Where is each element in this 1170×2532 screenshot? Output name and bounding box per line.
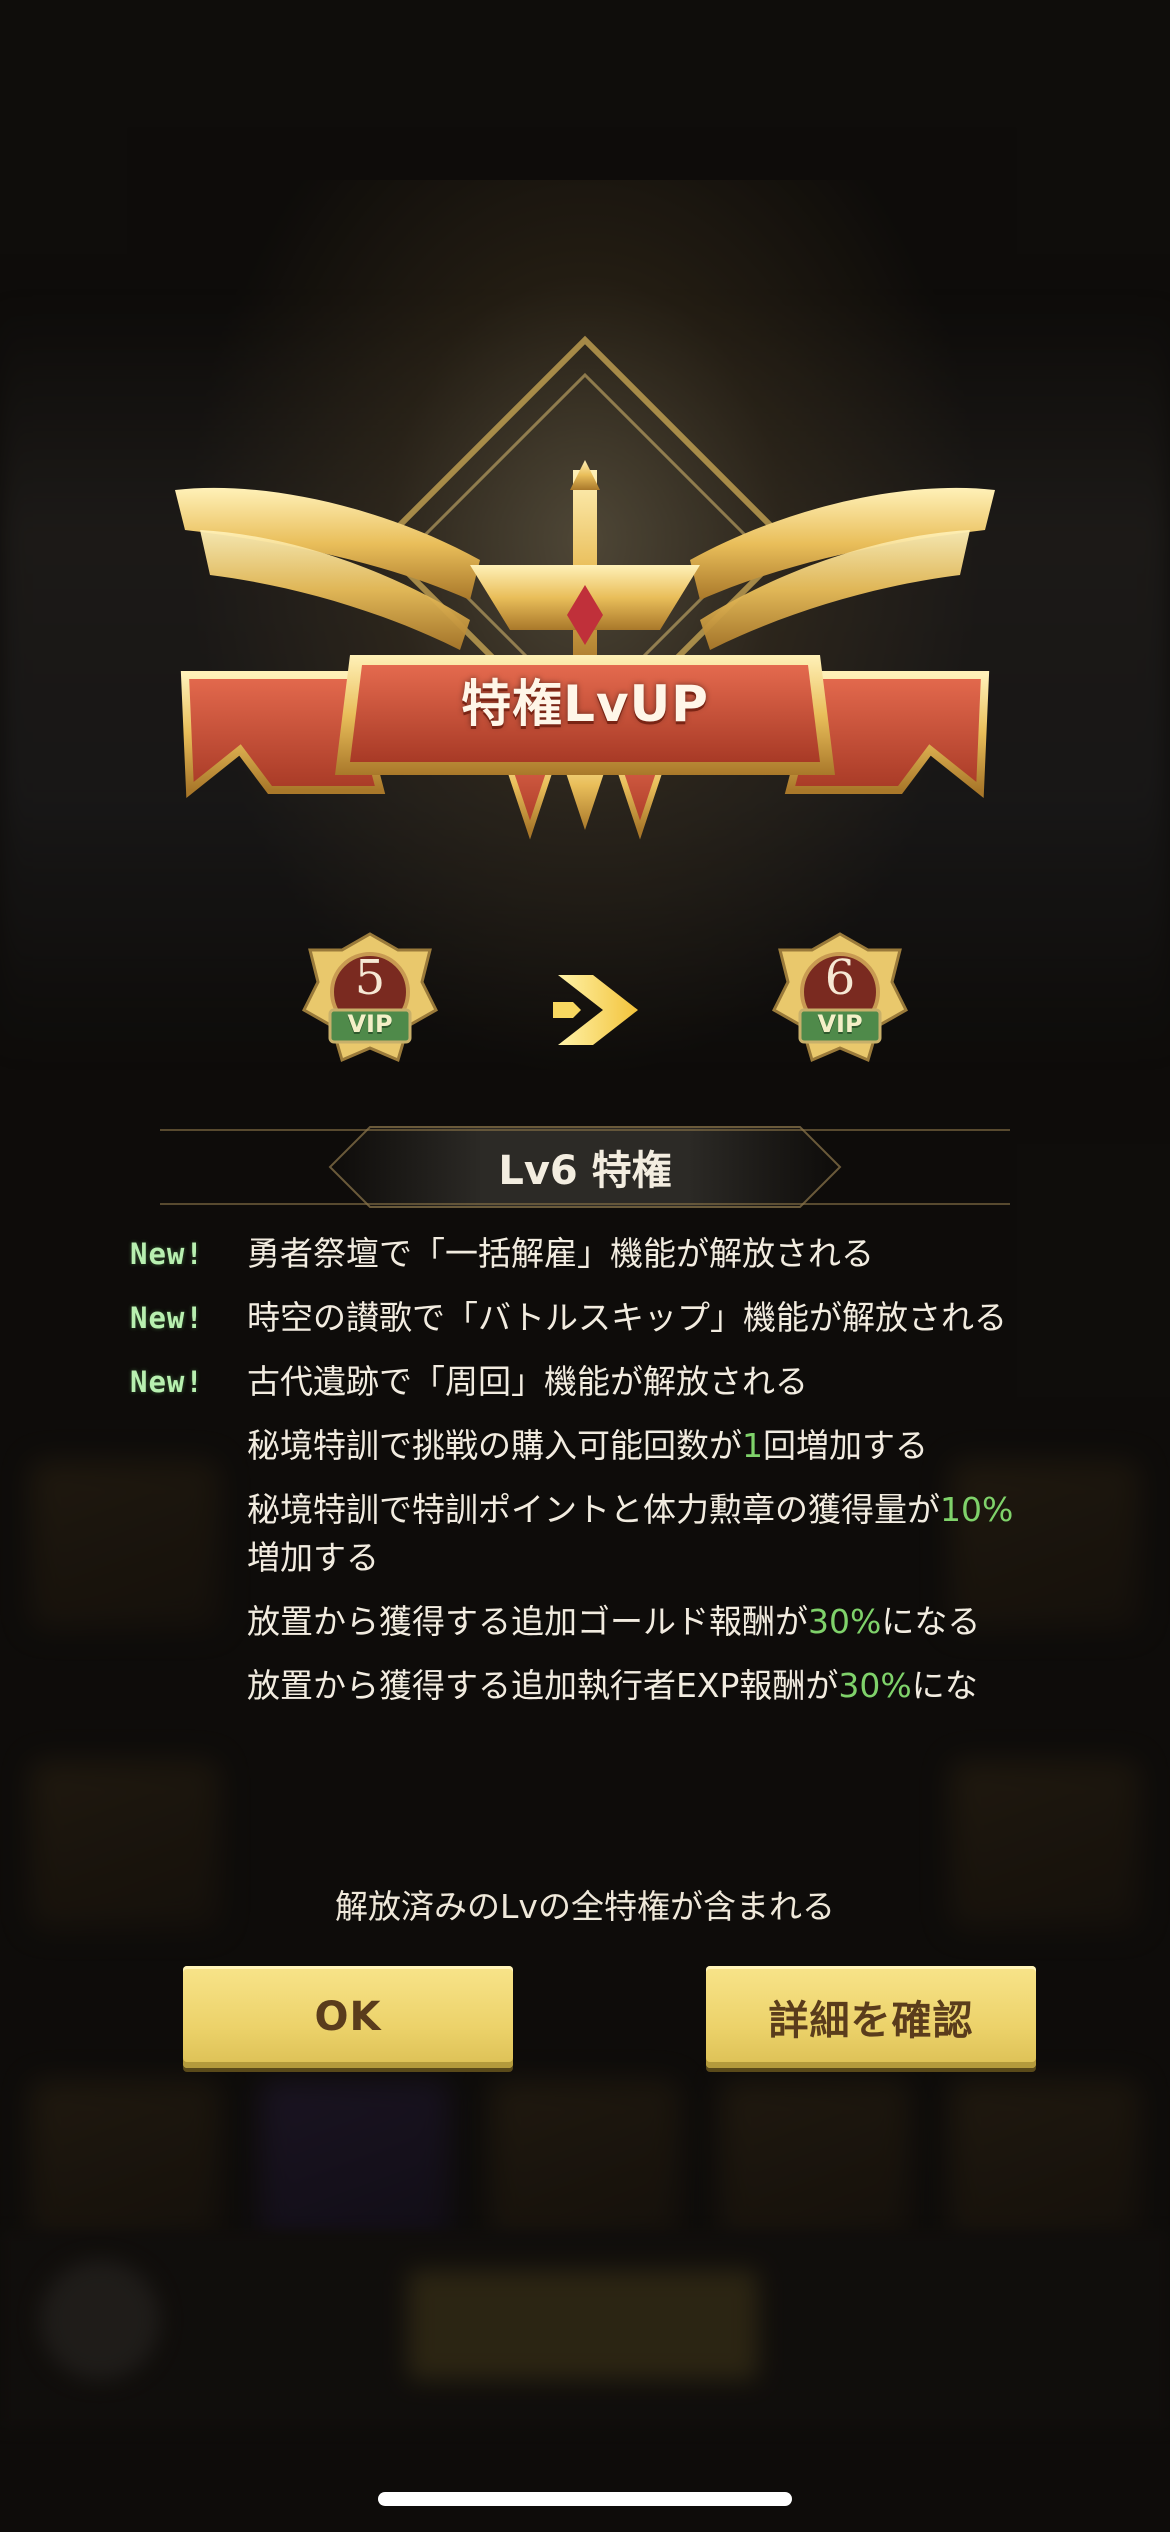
privilege-value: 30%: [808, 1602, 882, 1641]
level-up-arrow-icon: [553, 975, 638, 1045]
home-indicator[interactable]: [378, 2492, 792, 2506]
new-badge: New!: [130, 1365, 204, 1399]
privilege-section-title: Lv6 特権: [498, 1148, 672, 1194]
privilege-item: 放置から獲得する追加ゴールド報酬が30%になる: [125, 1598, 1045, 1646]
privilege-item: New! 勇者祭壇で「一括解雇」機能が解放される: [125, 1230, 1045, 1278]
privilege-item: New! 古代遺跡で「周回」機能が解放される: [125, 1358, 1045, 1406]
privilege-text: 時空の讃歌で「バトルスキップ」機能が解放される: [247, 1298, 1007, 1337]
privilege-item: 秘境特訓で特訓ポイントと体力勲章の獲得量が10% 増加する: [125, 1486, 1045, 1582]
new-badge: New!: [130, 1301, 204, 1335]
vip-current-tag: VIP: [347, 1010, 393, 1038]
privilege-text: になる: [881, 1602, 981, 1641]
new-badge: New!: [130, 1237, 204, 1271]
privilege-list: New! 勇者祭壇で「一括解雇」機能が解放される New! 時空の讃歌で「バトルスキッ…: [125, 1230, 1045, 1726]
privilege-text: 秘境特訓で挑戦の購入可能回数が: [247, 1426, 742, 1465]
vip-current-level: 5: [354, 950, 386, 1006]
privilege-text: 放置から獲得する追加執行者EXP報酬が: [247, 1666, 839, 1705]
ok-button[interactable]: OK: [183, 1966, 513, 2068]
privilege-item: 秘境特訓で挑戦の購入可能回数が1回増加する: [125, 1422, 1045, 1470]
privilege-levelup-emblem: 特権LvUP: [0, 330, 1170, 850]
privilege-value: 1: [742, 1426, 763, 1465]
emblem-title: 特権LvUP: [461, 675, 709, 733]
privilege-text: 増加する: [247, 1538, 379, 1577]
privilege-text: 回増加する: [763, 1426, 928, 1465]
privilege-section-header: Lv6 特権: [160, 1122, 1010, 1212]
privilege-item: New! 時空の讃歌で「バトルスキップ」機能が解放される: [125, 1294, 1045, 1342]
privilege-value: 30%: [838, 1666, 912, 1705]
privilege-text: にな: [911, 1666, 978, 1705]
vip-new-level: 6: [824, 950, 856, 1006]
privilege-text: 勇者祭壇で「一括解雇」機能が解放される: [247, 1234, 874, 1273]
privilege-text: 古代遺跡で「周回」機能が解放される: [247, 1362, 808, 1401]
vip-badge-current: 5 VIP: [300, 930, 440, 1070]
vip-new-tag: VIP: [817, 1010, 863, 1038]
view-details-button[interactable]: 詳細を確認: [706, 1966, 1036, 2068]
vip-badge-new: 6 VIP: [770, 930, 910, 1070]
privilege-item: 放置から獲得する追加執行者EXP報酬が30%にな: [125, 1662, 1045, 1710]
privilege-value: 10%: [940, 1490, 1014, 1529]
privilege-text: 秘境特訓で特訓ポイントと体力勲章の獲得量が: [247, 1490, 940, 1529]
included-privileges-note: 解放済みのLvの全特権が含まれる: [335, 1887, 835, 1926]
privilege-text: 放置から獲得する追加ゴールド報酬が: [247, 1602, 808, 1641]
